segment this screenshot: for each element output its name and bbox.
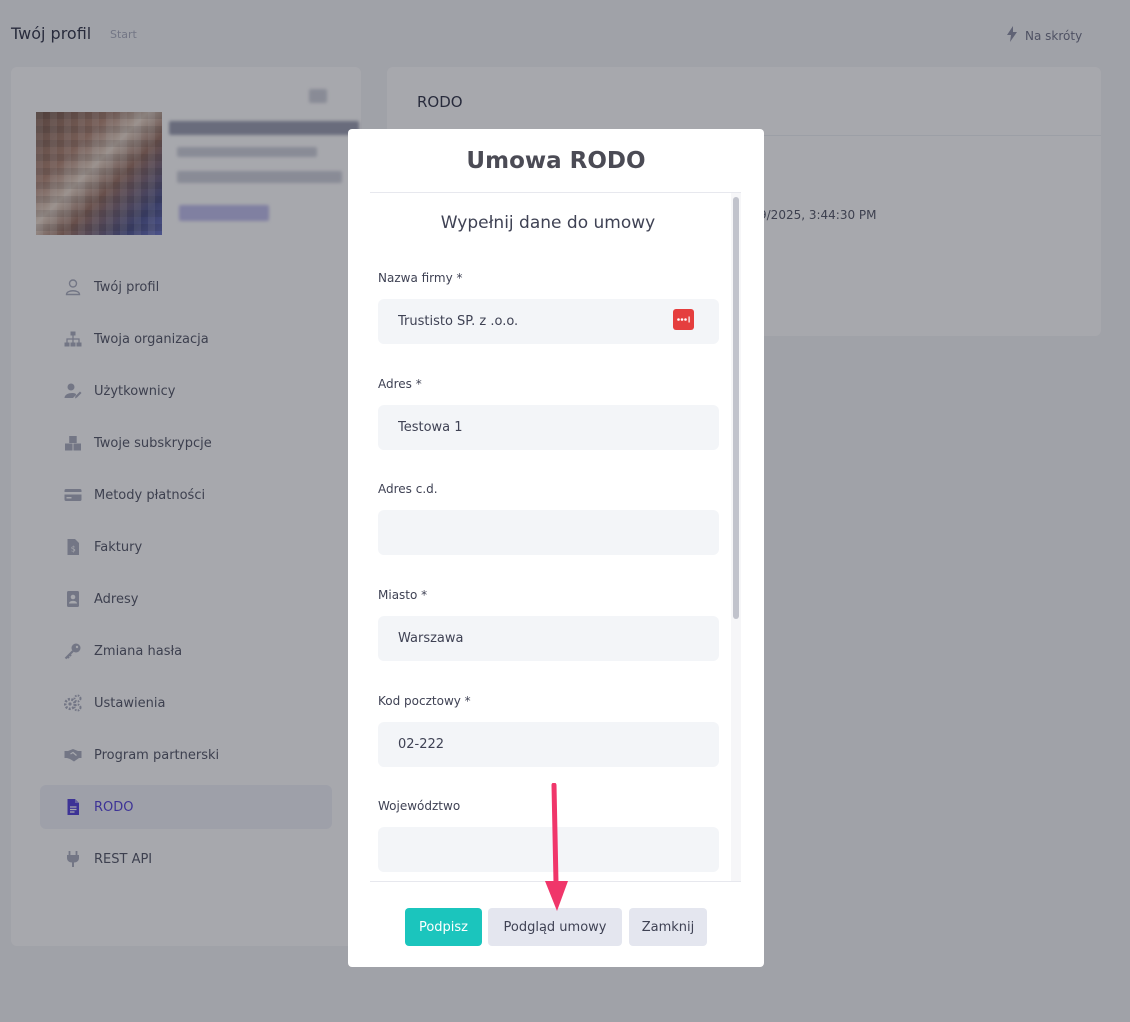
address-input[interactable]: [378, 405, 719, 450]
city-input[interactable]: [378, 616, 719, 661]
company-name-label: Nazwa firmy *: [378, 271, 463, 285]
modal-title: Umowa RODO: [466, 148, 646, 174]
address-label: Adres *: [378, 377, 422, 391]
address-line2-input[interactable]: [378, 510, 719, 555]
sign-button[interactable]: Podpisz: [405, 908, 482, 946]
postal-code-label: Kod pocztowy *: [378, 694, 471, 708]
password-manager-icon[interactable]: [673, 309, 694, 330]
modal-scrollbar[interactable]: [731, 193, 741, 881]
voivodeship-label: Województwo: [378, 799, 461, 813]
close-button[interactable]: Zamknij: [629, 908, 707, 946]
address-line2-label: Adres c.d.: [378, 482, 438, 496]
postal-code-input[interactable]: [378, 722, 719, 767]
city-label: Miasto *: [378, 588, 428, 602]
form-heading: Wypełnij dane do umowy: [440, 213, 656, 233]
annotation-arrow-icon: [545, 783, 568, 911]
modal-body: Wypełnij dane do umowy Nazwa firmy * Adr…: [370, 192, 741, 882]
company-name-input[interactable]: [378, 299, 719, 344]
scrollbar-thumb[interactable]: [733, 197, 739, 619]
